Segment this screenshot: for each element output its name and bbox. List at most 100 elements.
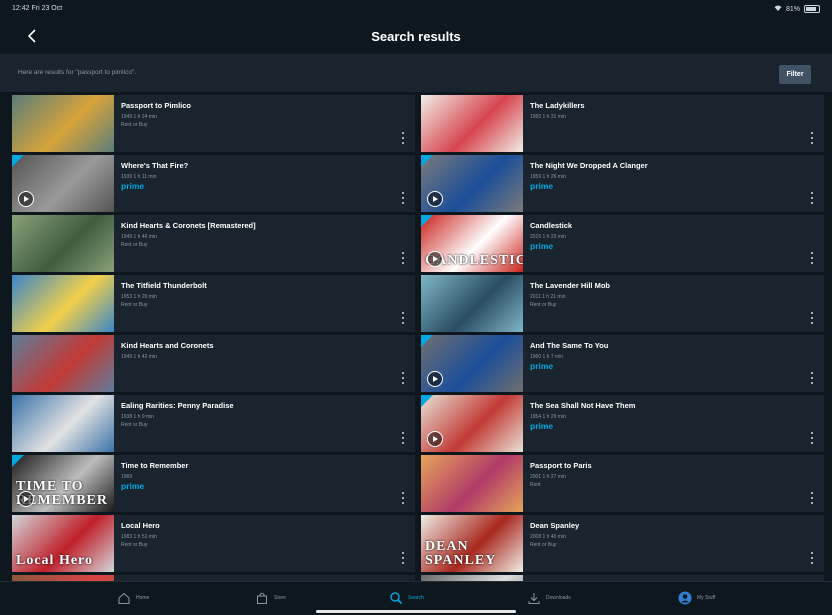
result-title[interactable]: Passport to Pimlico — [121, 101, 191, 110]
more-options-icon[interactable] — [811, 192, 814, 204]
result-title[interactable]: The Lavender Hill Mob — [530, 281, 610, 290]
poster-thumbnail[interactable] — [12, 335, 114, 392]
result-availability: Rent or Buy — [121, 422, 148, 428]
poster-thumbnail[interactable]: Local Hero — [12, 515, 114, 572]
more-options-icon[interactable] — [811, 132, 814, 144]
more-options-icon[interactable] — [402, 492, 405, 504]
poster-thumbnail[interactable]: DEAN SPANLEY — [421, 515, 523, 572]
result-title[interactable]: Kind Hearts & Coronets [Remastered] — [121, 221, 256, 230]
battery-icon — [804, 5, 820, 13]
more-options-icon[interactable] — [811, 372, 814, 384]
more-options-icon[interactable] — [402, 432, 405, 444]
avatar-icon — [678, 591, 692, 605]
result-card[interactable]: Where's That Fire? 1939 1 h 11 min prime — [12, 155, 415, 212]
result-card[interactable]: Local Hero Local Hero 1983 1 h 51 min Rent … — [12, 515, 415, 572]
play-icon[interactable] — [18, 491, 34, 507]
result-meta: 1939 1 h 11 min — [121, 174, 157, 180]
result-card[interactable]: The Titfield Thunderbolt 1953 1 h 20 min R… — [12, 275, 415, 332]
result-title[interactable]: Kind Hearts and Coronets — [121, 341, 214, 350]
result-title[interactable]: The Ladykillers — [530, 101, 585, 110]
poster-thumbnail[interactable] — [421, 455, 523, 512]
result-card[interactable]: And The Same To You 1960 1 h 7 min prime — [421, 335, 824, 392]
result-meta: 1949 1 h 42 min — [121, 354, 157, 360]
result-title[interactable]: Time to Remember — [121, 461, 188, 470]
result-title[interactable]: Candlestick — [530, 221, 572, 230]
more-options-icon[interactable] — [402, 312, 405, 324]
prime-corner-icon — [421, 215, 433, 227]
play-icon[interactable] — [18, 191, 34, 207]
wifi-icon — [774, 5, 782, 13]
more-options-icon[interactable] — [402, 552, 405, 564]
play-icon[interactable] — [427, 251, 443, 267]
result-meta: 1949 1 h 46 min — [121, 234, 157, 240]
poster-thumbnail[interactable] — [421, 95, 523, 152]
result-meta: 1969 — [121, 474, 133, 480]
result-card[interactable]: The Lavender Hill Mob 2011 1 h 21 min Rent… — [421, 275, 824, 332]
result-card[interactable]: Passport to Paris 2001 1 h 27 min Rent — [421, 455, 824, 512]
result-availability: Rent or Buy — [121, 242, 148, 248]
filter-button[interactable]: Filter — [779, 65, 811, 84]
poster-thumbnail[interactable]: TIME TO REMEMBER — [12, 455, 114, 512]
poster-title-art: Local Hero — [16, 553, 94, 568]
battery-percent: 81% — [785, 5, 800, 13]
poster-thumbnail[interactable] — [12, 155, 114, 212]
home-icon — [117, 591, 131, 605]
result-title[interactable]: And The Same To You — [530, 341, 608, 350]
result-title[interactable]: Ealing Rarities: Penny Paradise — [121, 401, 234, 410]
result-meta: 1954 1 h 29 min — [530, 414, 566, 420]
result-card[interactable]: Kind Hearts & Coronets [Remastered] 1949 … — [12, 215, 415, 272]
result-card[interactable]: The Ladykillers 1955 1 h 31 min — [421, 95, 824, 152]
more-options-icon[interactable] — [402, 192, 405, 204]
result-card[interactable]: The Sea Shall Not Have Them 1954 1 h 29 m… — [421, 395, 824, 452]
result-availability: Rent — [530, 482, 541, 488]
more-options-icon[interactable] — [811, 492, 814, 504]
result-title[interactable]: The Sea Shall Not Have Them — [530, 401, 635, 410]
tab-home[interactable]: Home — [117, 590, 149, 606]
result-card[interactable]: Ealing Rarities: Penny Paradise 1938 1 h … — [12, 395, 415, 452]
poster-thumbnail[interactable] — [421, 275, 523, 332]
result-card[interactable]: TIME TO REMEMBER Time to Remember 1969 prim… — [12, 455, 415, 512]
poster-thumbnail[interactable] — [12, 95, 114, 152]
tab-search[interactable]: Search — [389, 590, 424, 606]
poster-thumbnail[interactable]: CANDLESTICK — [421, 215, 523, 272]
result-card[interactable]: DEAN SPANLEY Dean Spanley 2008 1 h 40 min R… — [421, 515, 824, 572]
poster-thumbnail[interactable] — [12, 395, 114, 452]
result-title[interactable]: Where's That Fire? — [121, 161, 188, 170]
result-title[interactable]: Dean Spanley — [530, 521, 579, 530]
more-options-icon[interactable] — [811, 312, 814, 324]
result-card[interactable]: The Night We Dropped A Clanger 1959 1 h 2… — [421, 155, 824, 212]
result-availability: Rent or Buy — [121, 542, 148, 548]
more-options-icon[interactable] — [811, 252, 814, 264]
result-title[interactable]: The Night We Dropped A Clanger — [530, 161, 648, 170]
result-title[interactable]: Passport to Paris — [530, 461, 592, 470]
results-grid: Passport to Pimlico 1949 1 h 24 min Rent o… — [12, 95, 824, 581]
more-options-icon[interactable] — [402, 132, 405, 144]
play-icon[interactable] — [427, 371, 443, 387]
tab-downloads[interactable]: Downloads — [527, 590, 571, 606]
tab-store[interactable]: Store — [255, 590, 286, 606]
poster-thumbnail[interactable] — [12, 215, 114, 272]
more-options-icon[interactable] — [811, 552, 814, 564]
poster-thumbnail[interactable] — [421, 395, 523, 452]
poster-thumbnail[interactable] — [421, 335, 523, 392]
result-meta: 1960 1 h 7 min — [530, 354, 564, 360]
search-icon — [389, 591, 403, 605]
result-availability: Rent or Buy — [121, 302, 148, 308]
tab-my-stuff[interactable]: My Stuff — [678, 590, 715, 606]
result-title[interactable]: The Titfield Thunderbolt — [121, 281, 207, 290]
result-card[interactable]: Passport to Pimlico 1949 1 h 24 min Rent o… — [12, 95, 415, 152]
prime-corner-icon — [12, 455, 24, 467]
result-card[interactable]: Kind Hearts and Coronets 1949 1 h 42 min — [12, 335, 415, 392]
play-icon[interactable] — [427, 431, 443, 447]
prime-corner-icon — [12, 155, 24, 167]
poster-thumbnail[interactable] — [421, 155, 523, 212]
play-icon[interactable] — [427, 191, 443, 207]
more-options-icon[interactable] — [402, 372, 405, 384]
more-options-icon[interactable] — [402, 252, 405, 264]
poster-thumbnail[interactable] — [12, 275, 114, 332]
status-time: 12:42 Fri 23 Oct — [12, 5, 63, 12]
result-title[interactable]: Local Hero — [121, 521, 160, 530]
result-card[interactable]: CANDLESTICK Candlestick 2015 1 h 23 minpri… — [421, 215, 824, 272]
more-options-icon[interactable] — [811, 432, 814, 444]
result-meta: 2001 1 h 27 min — [530, 474, 566, 480]
